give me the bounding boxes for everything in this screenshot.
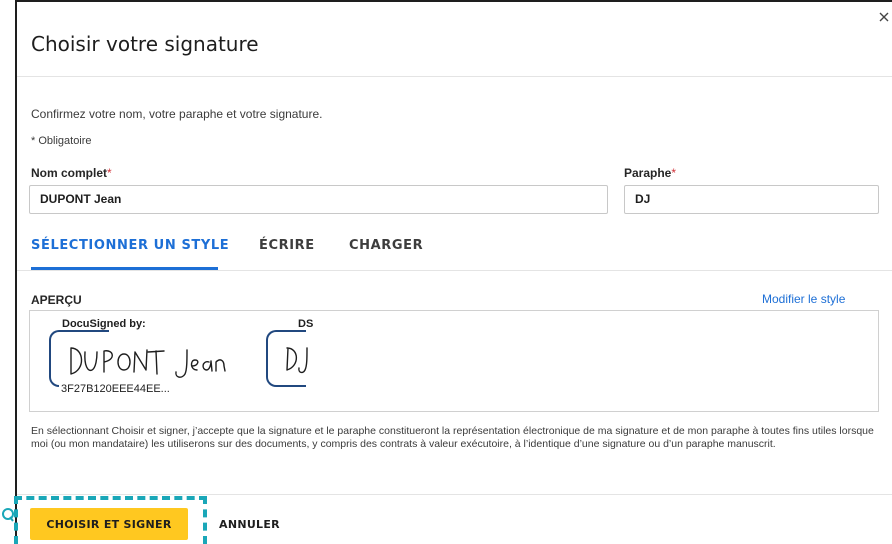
- full-name-label-text: Nom complet: [31, 166, 108, 180]
- close-icon[interactable]: [877, 10, 891, 24]
- initials-input[interactable]: DJ: [624, 185, 879, 214]
- initials-label: Paraphe*: [624, 166, 676, 180]
- intro-text: Confirmez votre nom, votre paraphe et vo…: [31, 107, 323, 121]
- signature-dialog: [15, 0, 892, 544]
- dialog-title: Choisir votre signature: [31, 32, 259, 56]
- required-mark: *: [671, 166, 677, 180]
- full-name-input[interactable]: DUPONT Jean: [29, 185, 608, 214]
- full-name-label: Nom complet*: [31, 166, 112, 180]
- required-mark: *: [107, 166, 112, 180]
- focus-highlight: [14, 496, 207, 544]
- focus-marker-icon: [0, 505, 14, 523]
- signature-hash: 3F27B120EEE44EE...: [59, 383, 172, 395]
- footer-divider: [17, 494, 892, 495]
- change-style-link[interactable]: Modifier le style: [762, 292, 845, 306]
- initials-label-text: Paraphe: [624, 166, 672, 180]
- preview-label: APERÇU: [31, 293, 82, 307]
- tab-draw[interactable]: ÉCRIRE: [259, 238, 315, 253]
- consent-text: En sélectionnant Choisir et signer, j’ac…: [31, 425, 874, 450]
- tab-select-style[interactable]: SÉLECTIONNER UN STYLE: [31, 238, 229, 253]
- tab-upload[interactable]: CHARGER: [349, 238, 423, 253]
- signature-handwriting: [70, 347, 226, 378]
- signature-header: DocuSigned by:: [60, 318, 148, 330]
- initials-header: DS: [296, 318, 316, 330]
- tabs-divider: [17, 270, 892, 271]
- cancel-button[interactable]: ANNULER: [205, 508, 295, 540]
- header-divider: [17, 76, 892, 77]
- initials-handwriting: [286, 347, 308, 374]
- required-note: * Obligatoire: [31, 135, 92, 147]
